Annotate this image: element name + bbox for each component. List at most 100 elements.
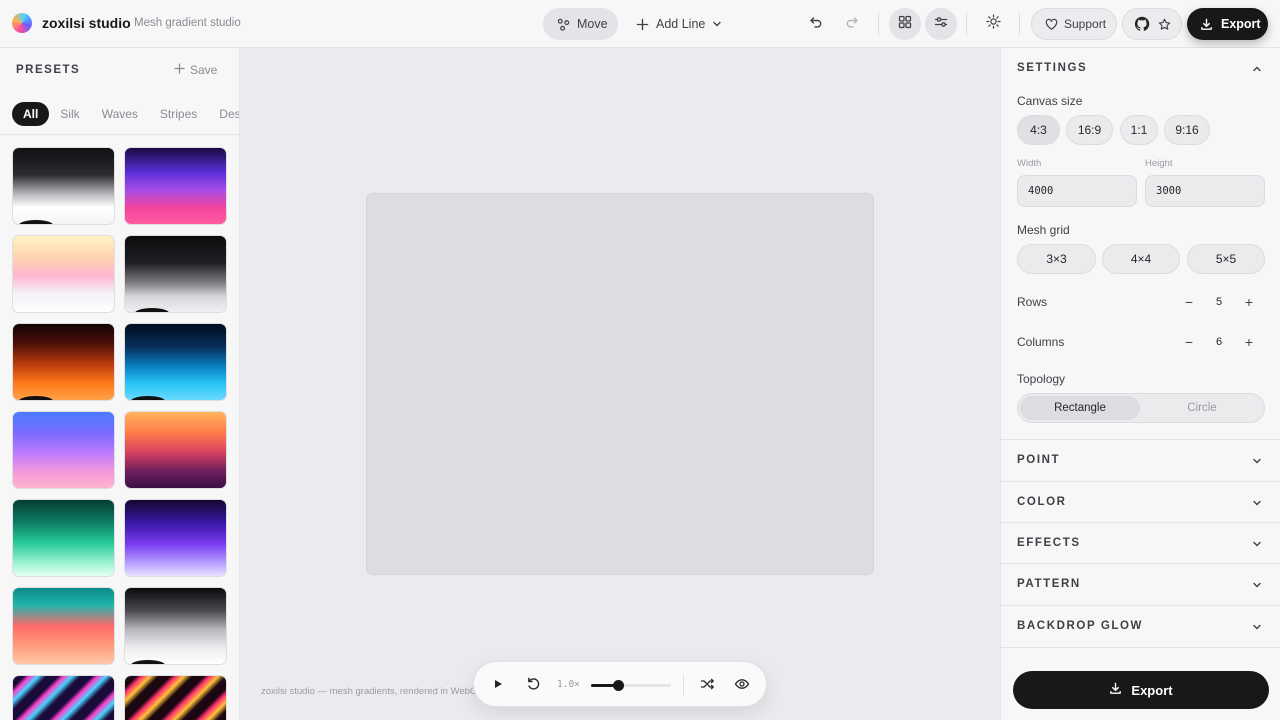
grid-4x4-button[interactable]: 4×4 [1102,244,1180,274]
preset-handle [131,660,165,664]
filter-stripes[interactable]: Stripes [149,102,208,126]
rows-value: 5 [1215,296,1223,308]
preset-fire-stripes[interactable] [124,675,227,720]
height-label: Height [1145,158,1173,169]
height-input[interactable]: 3000 [1145,175,1265,207]
gradient-canvas[interactable] [366,193,874,575]
section-pattern[interactable]: PATTERN [1017,578,1081,590]
play-icon [491,679,505,696]
filter-des[interactable]: Des [208,102,239,126]
preset-lilac-pink[interactable] [12,411,115,489]
preset-charcoal-fog[interactable] [124,235,227,313]
section-point[interactable]: POINT [1017,454,1060,466]
settings-toggle-button[interactable] [925,8,957,40]
preset-teal-coral[interactable] [12,587,115,665]
preset-ember[interactable] [12,323,115,401]
save-label: Save [190,63,218,77]
section-divider [1001,563,1280,564]
reset-icon [526,677,541,696]
section-divider [1001,522,1280,523]
export-button[interactable]: Export [1187,8,1268,40]
filter-all[interactable]: All [12,102,50,126]
github-star-button[interactable] [1122,8,1182,40]
speed-readout: 1.0× [557,679,580,690]
github-icon [1134,16,1150,32]
columns-decrement-button[interactable]: − [1175,334,1203,350]
columns-stepper: − 6 + [1175,334,1263,350]
aspect-4-3-button[interactable]: 4:3 [1017,115,1060,145]
rows-decrement-button[interactable]: − [1175,294,1203,310]
section-divider [1001,439,1280,440]
support-label: Support [1064,17,1107,31]
preset-ultraviolet[interactable] [124,499,227,577]
undo-button[interactable] [800,8,832,40]
filter-silk[interactable]: Silk [49,102,90,126]
chevron-down-icon [1251,620,1263,638]
section-backdrop-glow[interactable]: BACKDROP GLOW [1017,620,1143,632]
support-button[interactable]: Support [1031,8,1117,40]
playback-divider [683,674,684,696]
section-color[interactable]: COLOR [1017,496,1067,508]
add-line-button[interactable]: Add Line [634,8,730,40]
section-divider [1001,647,1280,648]
shuffle-button[interactable] [700,676,715,697]
preset-handle [131,396,165,400]
section-divider [1001,605,1280,606]
preview-button[interactable] [734,676,750,697]
columns-value: 6 [1215,336,1223,348]
move-label: Move [577,17,608,31]
undo-icon [809,15,823,34]
rows-increment-button[interactable]: + [1235,294,1263,310]
theme-toggle-button[interactable] [977,8,1009,40]
grid-icon [898,15,912,34]
download-icon [1200,18,1213,31]
footer-note: zoxilsi studio — mesh gradients, rendere… [261,686,475,697]
filter-waves[interactable]: Waves [91,102,149,126]
save-preset-button[interactable]: Save [174,63,217,77]
preset-sunset-plum[interactable] [124,411,227,489]
grid-view-button[interactable] [889,8,921,40]
aspect-9-16-button[interactable]: 9:16 [1164,115,1210,145]
section-effects[interactable]: EFFECTS [1017,537,1081,549]
columns-increment-button[interactable]: + [1235,334,1263,350]
speed-slider-handle[interactable] [613,680,625,691]
plus-icon [636,18,649,31]
app-name: zoxilsi studio [42,15,131,31]
app-tagline: Mesh gradient studio [134,17,241,29]
grid-5x5-button[interactable]: 5×5 [1187,244,1265,274]
redo-button[interactable] [836,8,868,40]
playback-bar: 1.0× [473,661,767,707]
aspect-1-1-button[interactable]: 1:1 [1120,115,1158,145]
add-line-label: Add Line [656,17,706,31]
aspect-16-9-button[interactable]: 16:9 [1066,115,1113,145]
reset-button[interactable] [526,676,541,697]
grid-3x3-button[interactable]: 3×3 [1017,244,1096,274]
preset-mono-silk[interactable] [12,147,115,225]
eye-icon [734,679,750,696]
rows-stepper: − 5 + [1175,294,1263,310]
preset-grey-static[interactable] [124,587,227,665]
width-label: Width [1017,158,1042,169]
export-bottom-label: Export [1131,682,1173,698]
chevron-down-icon [1251,496,1263,514]
move-button[interactable]: Move [543,8,618,40]
topology-circle-option[interactable]: Circle [1142,396,1262,420]
preset-deep-cyan[interactable] [124,323,227,401]
topology-rectangle-option[interactable]: Rectangle [1020,396,1140,420]
star-icon [1158,18,1171,31]
preset-violet-magenta[interactable] [124,147,227,225]
preset-handle [135,308,169,312]
chevron-down-icon [1251,537,1263,555]
toolbar-divider [966,13,967,35]
speed-slider[interactable] [591,680,671,691]
download-icon [1109,682,1122,698]
preset-mint-teal[interactable] [12,499,115,577]
settings-collapse-button[interactable] [1251,62,1263,80]
move-icon [557,18,570,31]
play-button[interactable] [491,676,505,697]
width-input[interactable]: 4000 [1017,175,1137,207]
export-bottom-button[interactable]: Export [1013,671,1269,709]
preset-pastel-pink[interactable] [12,235,115,313]
preset-neon-stripes[interactable] [12,675,115,720]
logo-icon [12,13,32,33]
